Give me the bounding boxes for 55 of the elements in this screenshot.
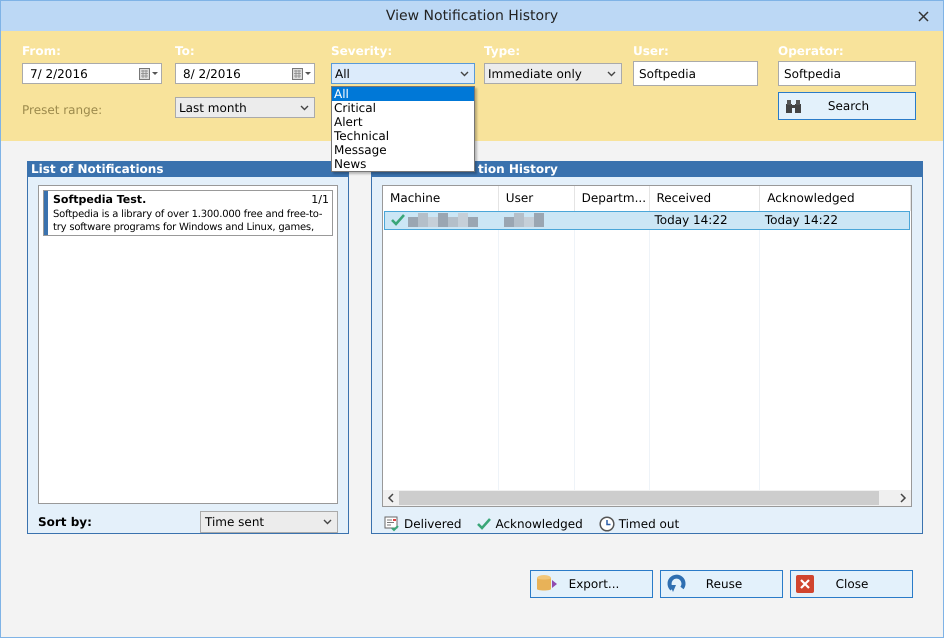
chevron-down-icon <box>460 70 469 76</box>
panel-title: tion History <box>478 163 558 176</box>
notification-body: Softpedia is a library of over 1.300.000 free and free-to-try software programs for Windows and Linux, games, <box>53 208 324 234</box>
horizontal-scrollbar[interactable] <box>383 490 911 506</box>
user-label: User: <box>633 45 670 57</box>
type-label: Type: <box>484 45 522 57</box>
user-field[interactable]: Softpedia <box>633 61 758 86</box>
chevron-down-icon <box>300 104 309 110</box>
severity-label: Severity: <box>331 45 394 57</box>
table-cell-text: Today 14:22 <box>764 212 838 230</box>
severity-select[interactable]: All <box>331 63 475 84</box>
dropdown-option[interactable]: Message <box>332 143 474 157</box>
dropdown-option[interactable]: All <box>332 87 474 101</box>
close-icon <box>918 10 928 22</box>
close-button[interactable]: Close <box>790 570 913 598</box>
clock-icon <box>598 516 615 532</box>
export-button[interactable]: Export... <box>530 570 653 598</box>
type-select[interactable]: Immediate only <box>484 63 622 84</box>
notification-card[interactable]: Softpedia Test. 1/1 Softpedia is a library of over 1.300.000 free and free-to-try software programs for Windows and Linux, games, <box>43 190 333 236</box>
circular-arrow-icon <box>666 574 688 594</box>
checkmark-icon <box>477 518 492 530</box>
search-button[interactable]: Search <box>778 92 916 120</box>
legend-label: Delivered <box>404 516 462 533</box>
legend-label: Timed out <box>618 516 680 533</box>
table-cell-text: Today 14:22 <box>654 212 728 230</box>
window-title: View Notification History <box>386 6 558 26</box>
chevron-down-icon <box>607 70 616 76</box>
to-label: To: <box>175 45 196 57</box>
date-field[interactable]: 7/ 2/2016 <box>22 63 162 84</box>
preset-range-label: Preset range: <box>22 103 102 117</box>
calendar-dropdown-icon[interactable] <box>139 68 159 80</box>
table-row[interactable]: Today 14:22 Today 14:22 <box>384 210 910 230</box>
calendar-dropdown-icon[interactable] <box>292 68 312 80</box>
operator-label: Operator: <box>778 45 845 57</box>
dropdown-option[interactable]: Technical <box>332 129 474 143</box>
notification-count: 1/1 <box>311 192 329 208</box>
dropdown-option[interactable]: Critical <box>332 101 474 115</box>
blurred-text-drawing <box>504 213 544 228</box>
sort-by-label: Sort by: <box>38 514 92 531</box>
dropdown-option[interactable]: Alert <box>332 115 474 129</box>
sort-select[interactable]: Time sent <box>200 511 338 533</box>
blurred-text-drawing <box>408 213 478 228</box>
close-icon <box>796 575 814 593</box>
from-label: From: <box>22 45 62 57</box>
legend-label: Acknowledged <box>495 516 583 533</box>
binoculars-icon <box>785 98 802 114</box>
date-field[interactable]: 8/ 2/2016 <box>175 63 315 84</box>
reuse-button[interactable]: Reuse <box>660 570 783 598</box>
chevron-down-icon <box>323 519 332 525</box>
panel-title: List of Notifications <box>31 163 164 176</box>
scrollbar-thumb[interactable] <box>399 491 879 505</box>
operator-field[interactable]: Softpedia <box>778 61 916 86</box>
notification-title: Softpedia Test. <box>53 192 146 208</box>
document-check-icon <box>384 516 400 532</box>
dropdown-option[interactable]: News <box>332 157 474 171</box>
